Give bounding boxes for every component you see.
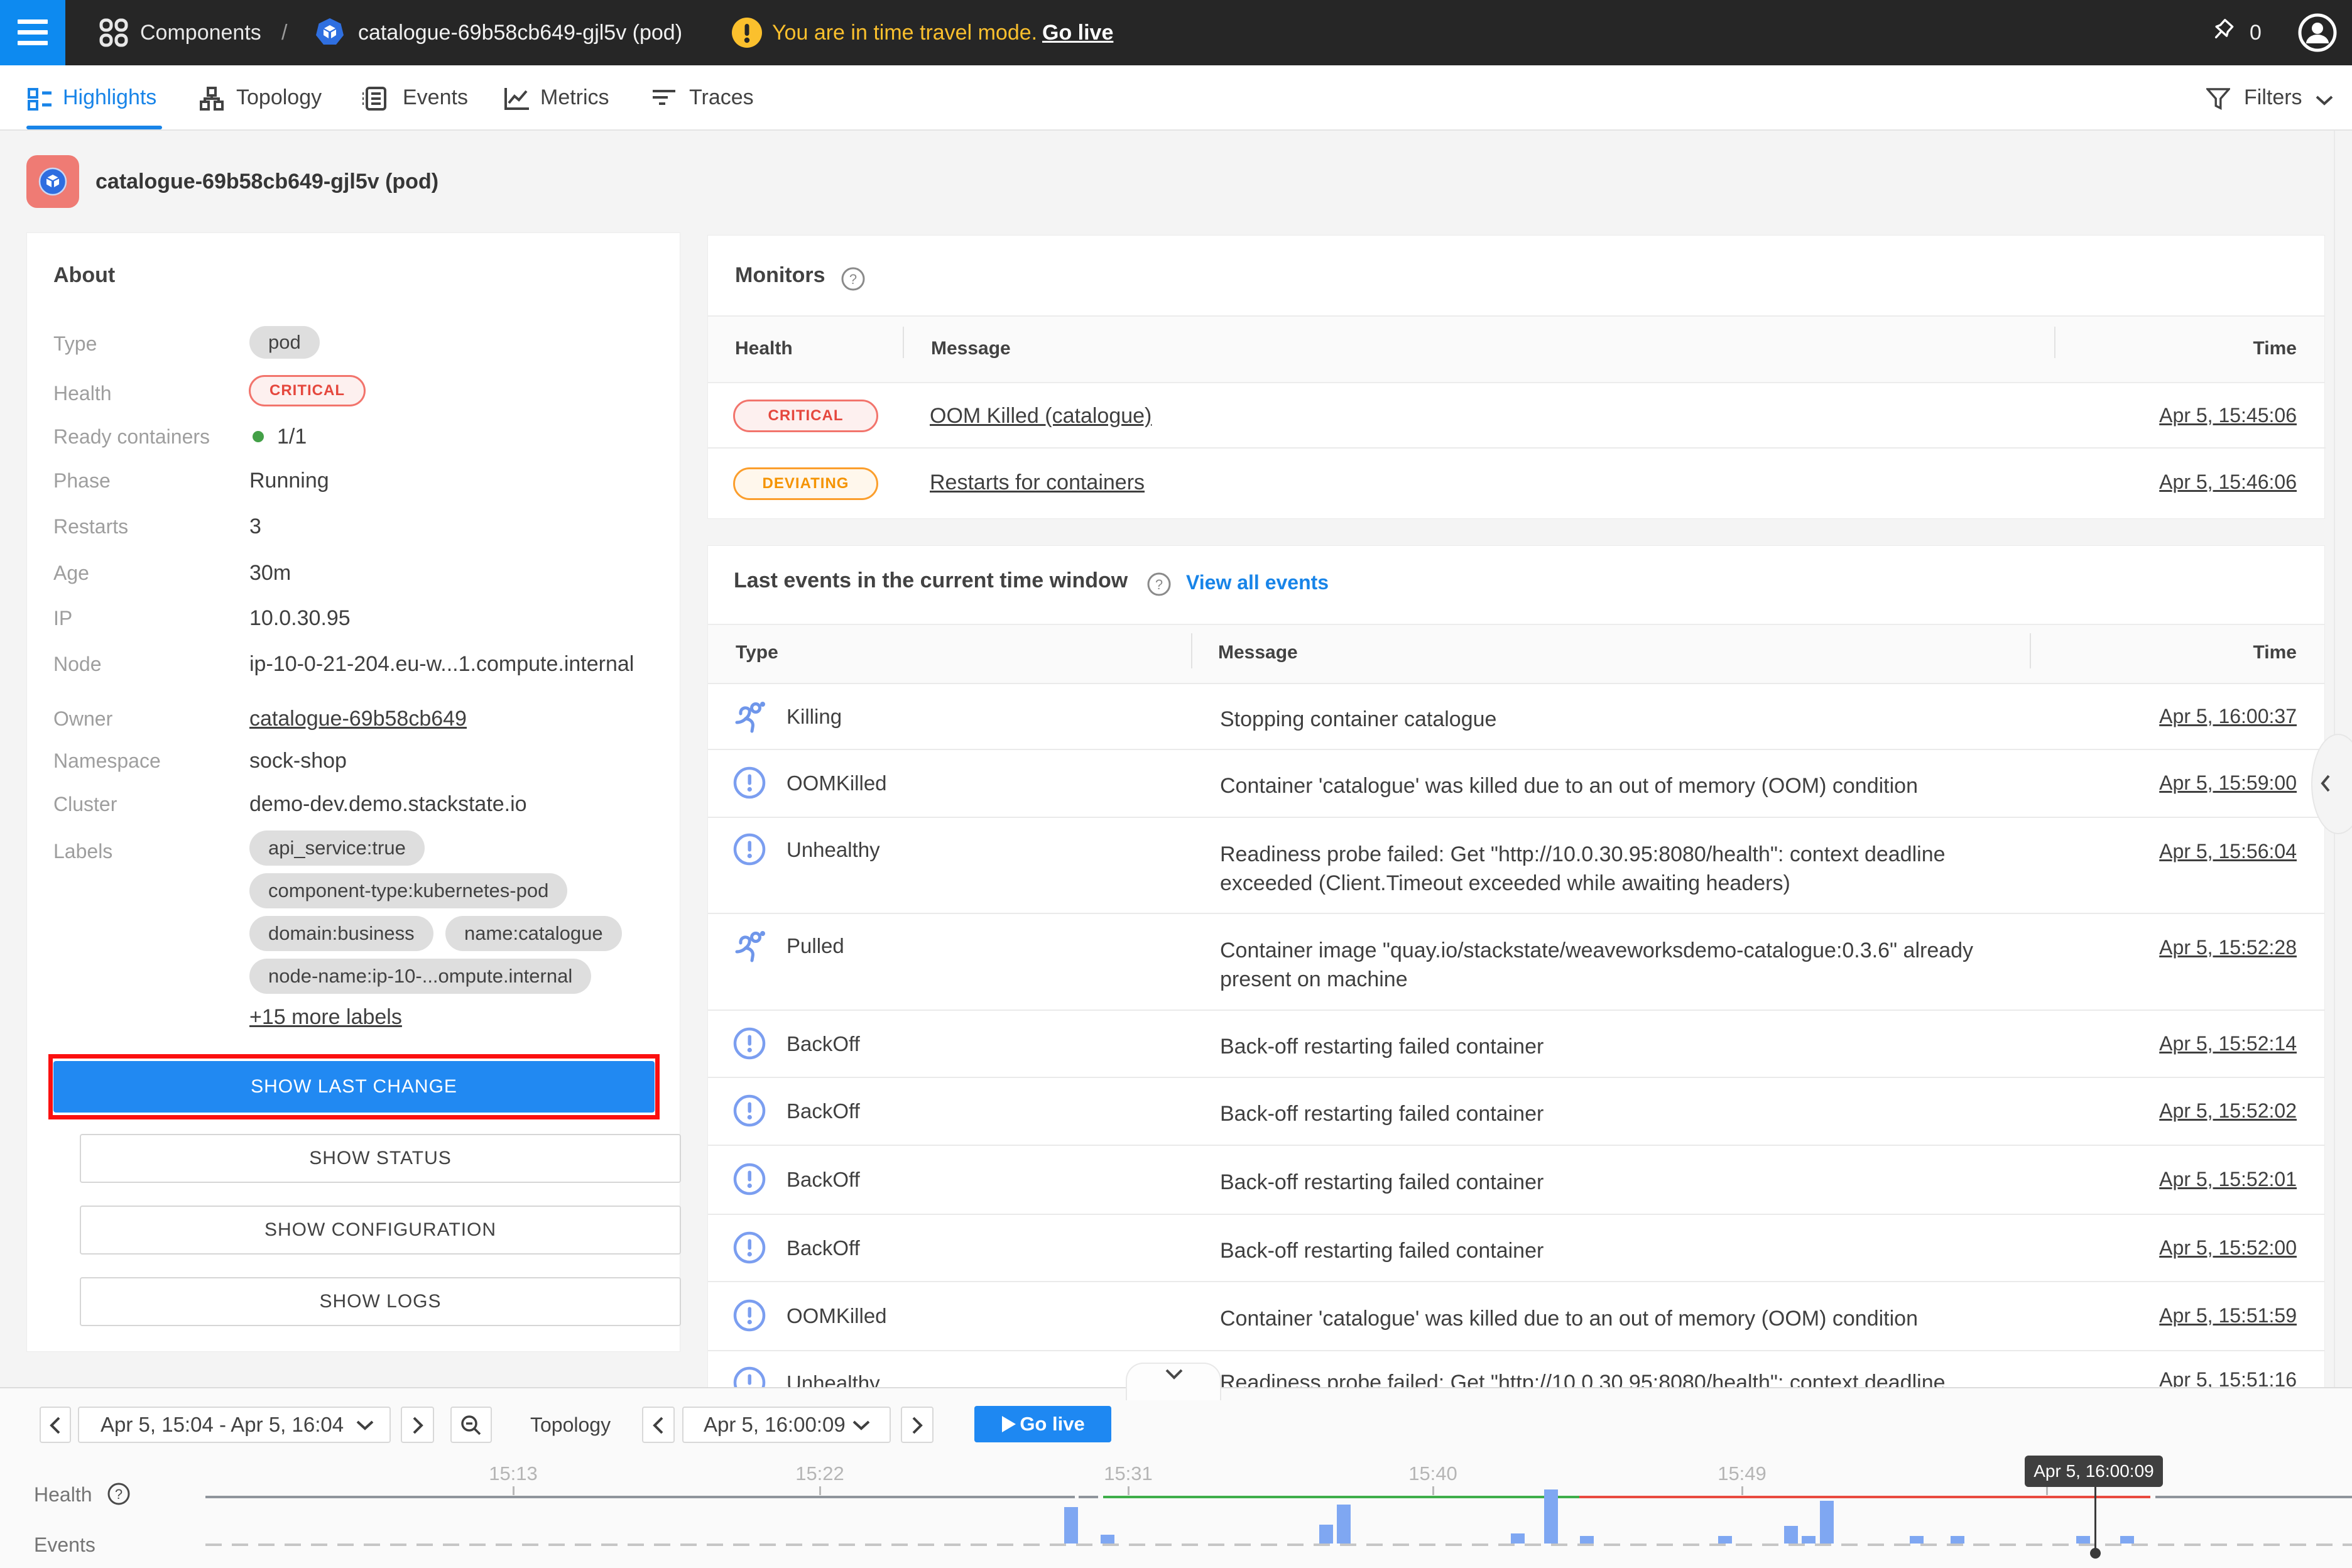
svg-text:?: ?	[115, 1486, 122, 1502]
svg-text:?: ?	[849, 271, 857, 287]
svg-text:?: ?	[1155, 577, 1163, 592]
